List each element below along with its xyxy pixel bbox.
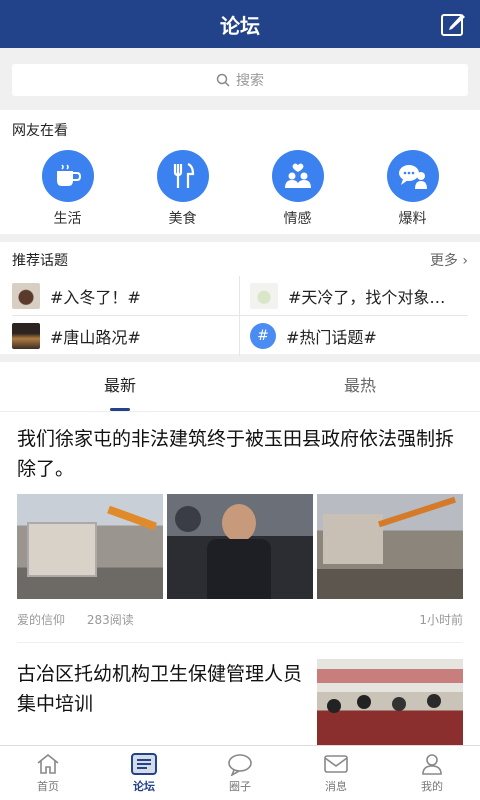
top-bar: 论坛 [0, 0, 480, 48]
post-title: 我们徐家屯的非法建筑终于被玉田县政府依法强制拆除了。 [17, 428, 455, 480]
topic-item[interactable]: # #热门话题# [240, 316, 468, 356]
forum-icon [131, 753, 157, 775]
topic-thumbnail [250, 282, 278, 309]
topic-text: #唐山路况# [50, 328, 141, 347]
bottom-nav: 首页 论坛 圈子 消息 我的 [0, 745, 480, 800]
hashtag-icon: # [250, 323, 276, 349]
nav-messages[interactable]: 消息 [288, 746, 384, 800]
section-title: 推荐话题 [12, 253, 68, 269]
search-input[interactable]: 搜索 [12, 64, 468, 96]
nav-label: 圈子 [229, 780, 251, 793]
post-image [317, 659, 463, 753]
topic-item[interactable]: #唐山路况# [12, 316, 240, 356]
fork-knife-icon [156, 150, 209, 202]
category-label: 爆料 [398, 211, 427, 227]
tab-latest[interactable]: 最新 [0, 362, 240, 411]
nav-label: 我的 [421, 780, 443, 793]
category-label: 情感 [283, 211, 312, 227]
watching-section: 网友在看 生活 美食 情感 爆料 [0, 110, 480, 234]
post-reads: 283阅读 [86, 613, 134, 627]
nav-me[interactable]: 我的 [384, 746, 480, 800]
nav-label: 论坛 [133, 780, 155, 793]
chat-bubble-icon [228, 754, 252, 776]
topic-text: #天冷了，找个对象… [288, 287, 446, 307]
post-image [317, 494, 463, 599]
page-title: 论坛 [220, 13, 260, 38]
section-title: 网友在看 [12, 123, 68, 139]
topic-text: #入冬了！# [50, 287, 141, 307]
mail-icon [324, 755, 348, 773]
category-label: 生活 [53, 211, 82, 227]
more-link[interactable]: 更多 › [430, 250, 468, 270]
topic-thumbnail [12, 323, 40, 349]
post-card[interactable]: 古冶区托幼机构卫生保健管理人员集中培训 [0, 643, 480, 753]
speech-bubble-icon [386, 150, 439, 202]
edit-icon[interactable] [440, 11, 466, 37]
nav-circle[interactable]: 圈子 [192, 746, 288, 800]
nav-forum[interactable]: 论坛 [96, 746, 192, 800]
couple-heart-icon [271, 150, 324, 202]
search-icon [216, 73, 230, 87]
topics-section: 推荐话题 更多 › #入冬了！# #天冷了，找个对象… #唐山路况# # #热门… [0, 242, 480, 356]
category-life[interactable]: 生活 [28, 150, 108, 228]
post-title: 古冶区托幼机构卫生保健管理人员集中培训 [17, 663, 303, 715]
coffee-cup-icon [41, 150, 94, 202]
home-icon [37, 753, 59, 774]
nav-label: 首页 [37, 780, 59, 793]
category-label: 美食 [168, 211, 197, 227]
category-breaking[interactable]: 爆料 [373, 150, 453, 228]
topic-thumbnail [12, 282, 40, 309]
topic-text: #热门话题# [286, 328, 377, 347]
post-image [167, 494, 313, 599]
search-placeholder: 搜索 [236, 73, 264, 89]
nav-label: 消息 [325, 780, 347, 793]
category-emotion[interactable]: 情感 [258, 150, 338, 228]
category-food[interactable]: 美食 [143, 150, 223, 228]
feed-section: 最新 最热 我们徐家屯的非法建筑终于被玉田县政府依法强制拆除了。 爱的信仰 28… [0, 362, 480, 753]
post-author: 爱的信仰 [17, 613, 66, 627]
user-icon [422, 754, 442, 775]
topic-item[interactable]: #入冬了！# [12, 276, 240, 316]
nav-home[interactable]: 首页 [0, 746, 96, 800]
tab-hottest[interactable]: 最热 [240, 362, 480, 411]
topic-item[interactable]: #天冷了，找个对象… [240, 276, 468, 316]
post-card[interactable]: 我们徐家屯的非法建筑终于被玉田县政府依法强制拆除了。 爱的信仰 283阅读 1小… [0, 412, 480, 643]
post-image [17, 494, 163, 599]
post-time: 1小时前 [419, 613, 463, 627]
